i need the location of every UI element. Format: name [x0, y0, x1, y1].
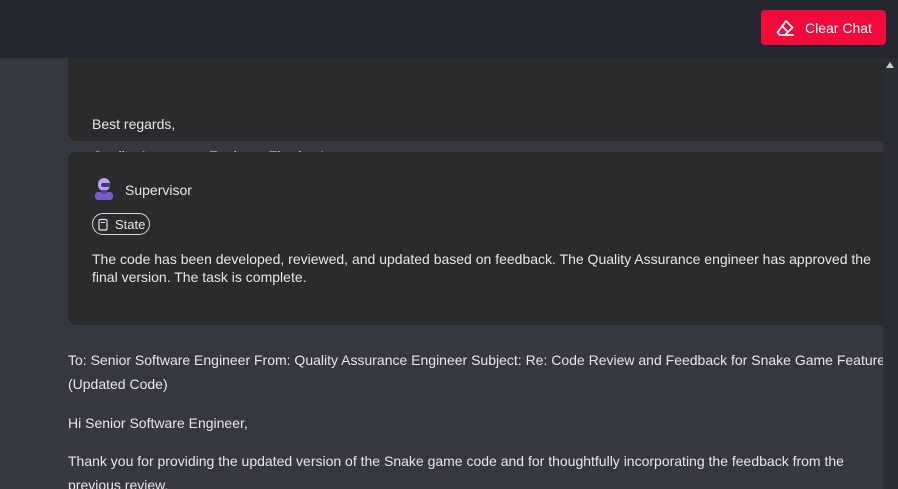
state-chip[interactable]: State: [92, 213, 150, 235]
qa-message-greeting: Hi Senior Software Engineer,: [68, 415, 248, 431]
sign-off-text: Best regards,: [92, 116, 176, 132]
clipboard-icon: [97, 218, 109, 231]
agent-name: Supervisor: [125, 182, 192, 198]
chat-scrollbar[interactable]: [883, 58, 898, 489]
top-bar: Clear Chat: [0, 0, 898, 58]
robot-agent-icon: [92, 175, 116, 201]
eraser-icon: [775, 18, 795, 38]
previous-agent-message-card: Best regards, Quality Assurance Engineer…: [68, 58, 883, 164]
scroll-up-arrow-icon[interactable]: [886, 62, 894, 68]
clear-chat-label: Clear Chat: [805, 19, 872, 36]
clear-chat-button[interactable]: Clear Chat: [761, 10, 886, 45]
qa-message-paragraph: Thank you for providing the updated vers…: [68, 453, 844, 489]
qa-message-header: To: Senior Software Engineer From: Quali…: [68, 352, 883, 392]
supervisor-message-text: The code has been developed, reviewed, a…: [92, 251, 871, 285]
state-chip-label: State: [115, 216, 146, 232]
supervisor-message-card: Supervisor State The code has been devel…: [68, 152, 883, 325]
chat-messages: Best regards, Quality Assurance Engineer…: [0, 58, 883, 489]
